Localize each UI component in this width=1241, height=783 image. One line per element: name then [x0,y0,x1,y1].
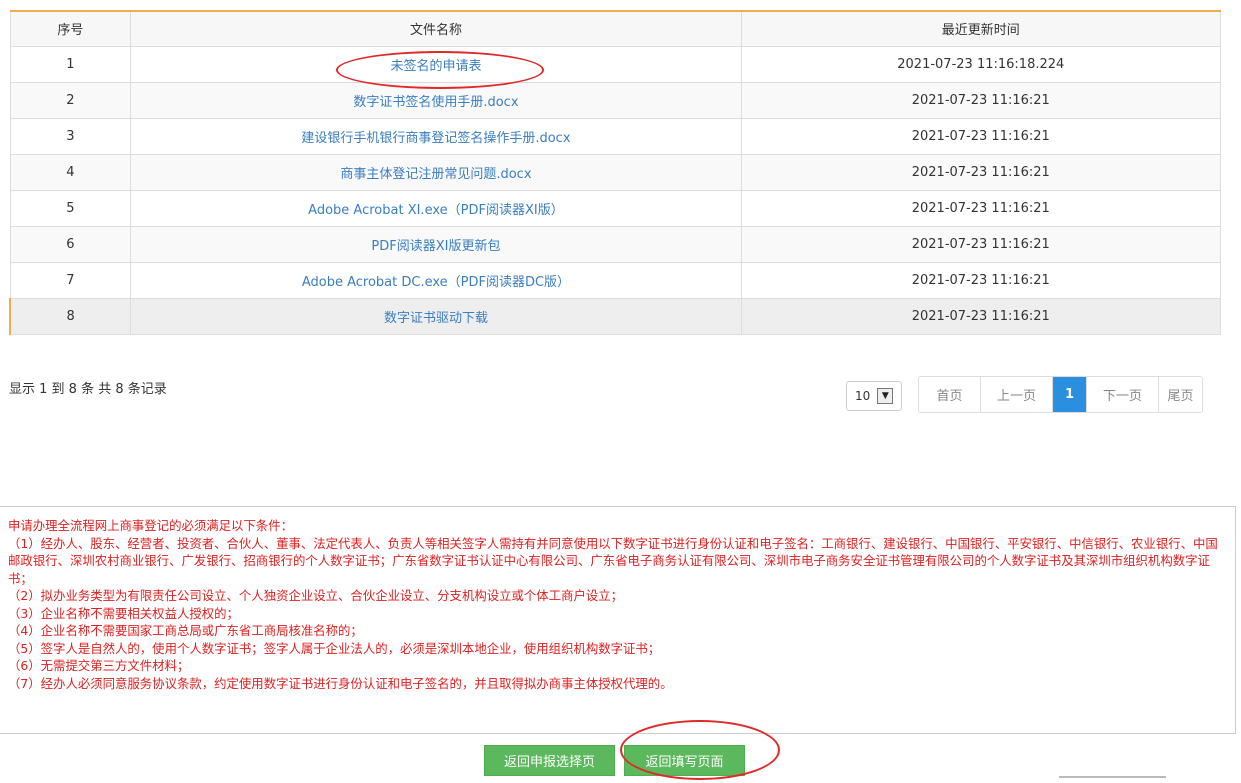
chevron-down-icon[interactable]: ▼ [877,388,894,404]
divider [1059,776,1166,778]
notice-line: （5）签字人是自然人的，使用个人数字证书；签字人属于企业法人的，必须是深圳本地企… [8,640,661,656]
row-time: 2021-07-23 11:16:21 [740,117,1222,155]
page-size-select[interactable]: 10 ▼ [846,381,902,411]
notice-line: 申请办理全流程网上商事登记的必须满足以下条件： [8,518,293,533]
table-row: 7 Adobe Acrobat DC.exe（PDF阅读器DC版） 2021-0… [9,261,1222,299]
row-filename-cell: 数字证书签名使用手册.docx [130,81,742,119]
file-table: 序号 文件名称 最近更新时间 1 未签名的申请表 2021-07-23 11:1… [9,10,1222,335]
file-link[interactable]: 数字证书驱动下载 [384,311,488,326]
row-index: 2 [9,81,132,119]
pagination-info: 显示 1 到 8 条 共 8 条记录 [9,382,167,397]
row-time: 2021-07-23 11:16:21 [740,297,1222,335]
row-time: 2021-07-23 11:16:21 [740,81,1222,119]
row-time: 2021-07-23 11:16:21 [740,153,1222,191]
conditions-notice: 申请办理全流程网上商事登记的必须满足以下条件： （1）经办人、股东、经营者、投资… [0,506,1236,734]
notice-line: （2）拟办业务类型为有限责任公司设立、个人独资企业设立、合伙企业设立、分支机构设… [8,588,624,603]
file-link[interactable]: PDF阅读器XI版更新包 [371,239,500,254]
notice-line: （6）无需提交第三方文件材料； [8,658,190,673]
page-size-value: 10 [855,389,871,403]
column-header-index: 序号 [9,10,132,47]
file-link[interactable]: Adobe Acrobat XI.exe（PDF阅读器XI版） [308,203,564,218]
table-row: 5 Adobe Acrobat XI.exe（PDF阅读器XI版） 2021-0… [9,189,1222,227]
row-index: 7 [9,261,132,299]
pager-next-button[interactable]: 下一页 [1086,377,1158,412]
notice-line: （4）企业名称不需要国家工商总局或广东省工商局核准名称的； [8,623,363,638]
table-header-row: 序号 文件名称 最近更新时间 [9,10,1222,47]
table-row: 2 数字证书签名使用手册.docx 2021-07-23 11:16:21 [9,81,1222,119]
pager-prev-button[interactable]: 上一页 [980,377,1052,412]
notice-line: （3）企业名称不需要相关权益人授权的； [8,605,239,621]
table-row: 3 建设银行手机银行商事登记签名操作手册.docx 2021-07-23 11:… [9,117,1222,155]
row-filename-cell: 商事主体登记注册常见问题.docx [130,153,742,191]
row-time: 2021-07-23 11:16:21 [740,189,1222,227]
row-filename-cell: PDF阅读器XI版更新包 [130,225,742,263]
file-link[interactable]: 未签名的申请表 [390,59,481,74]
back-to-select-button[interactable]: 返回申报选择页 [484,745,615,776]
column-header-filename: 文件名称 [130,10,742,47]
file-link[interactable]: 商事主体登记注册常见问题.docx [340,167,531,182]
table-row: 4 商事主体登记注册常见问题.docx 2021-07-23 11:16:21 [9,153,1222,191]
pager-last-button[interactable]: 尾页 [1158,377,1202,412]
back-to-fill-button[interactable]: 返回填写页面 [624,745,745,776]
page: 序号 文件名称 最近更新时间 1 未签名的申请表 2021-07-23 11:1… [0,0,1241,783]
table-row: 6 PDF阅读器XI版更新包 2021-07-23 11:16:21 [9,225,1222,263]
row-filename-cell: 未签名的申请表 [130,45,742,83]
file-link[interactable]: Adobe Acrobat DC.exe（PDF阅读器DC版） [302,275,570,290]
notice-line: （7）经办人必须同意服务协议条款，约定使用数字证书进行身份认证和电子签名的，并且… [8,675,673,691]
row-filename-cell: 数字证书驱动下载 [130,297,742,335]
row-filename-cell: 建设银行手机银行商事登记签名操作手册.docx [130,117,742,155]
row-time: 2021-07-23 11:16:18.224 [740,45,1222,83]
pager-first-button[interactable]: 首页 [919,377,980,412]
row-time: 2021-07-23 11:16:21 [740,225,1222,263]
column-header-updated-time: 最近更新时间 [740,10,1222,47]
file-link[interactable]: 建设银行手机银行商事登记签名操作手册.docx [301,131,570,146]
row-filename-cell: Adobe Acrobat DC.exe（PDF阅读器DC版） [130,261,742,299]
row-index: 3 [9,117,132,155]
row-index: 1 [9,45,132,83]
pagination: 首页 上一页 1 下一页 尾页 [918,376,1203,413]
row-index: 6 [9,225,132,263]
row-filename-cell: Adobe Acrobat XI.exe（PDF阅读器XI版） [130,189,742,227]
pager-current-page[interactable]: 1 [1052,377,1086,412]
file-link[interactable]: 数字证书签名使用手册.docx [353,95,518,110]
table-row: 1 未签名的申请表 2021-07-23 11:16:18.224 [9,45,1222,83]
row-index: 5 [9,189,132,227]
row-index: 8 [9,297,132,335]
notice-line: （1）经办人、股东、经营者、投资者、合伙人、董事、法定代表人、负责人等相关签字人… [8,535,1218,586]
row-index: 4 [9,153,132,191]
table-row-highlighted: 8 数字证书驱动下载 2021-07-23 11:16:21 [9,297,1222,335]
row-time: 2021-07-23 11:16:21 [740,261,1222,299]
